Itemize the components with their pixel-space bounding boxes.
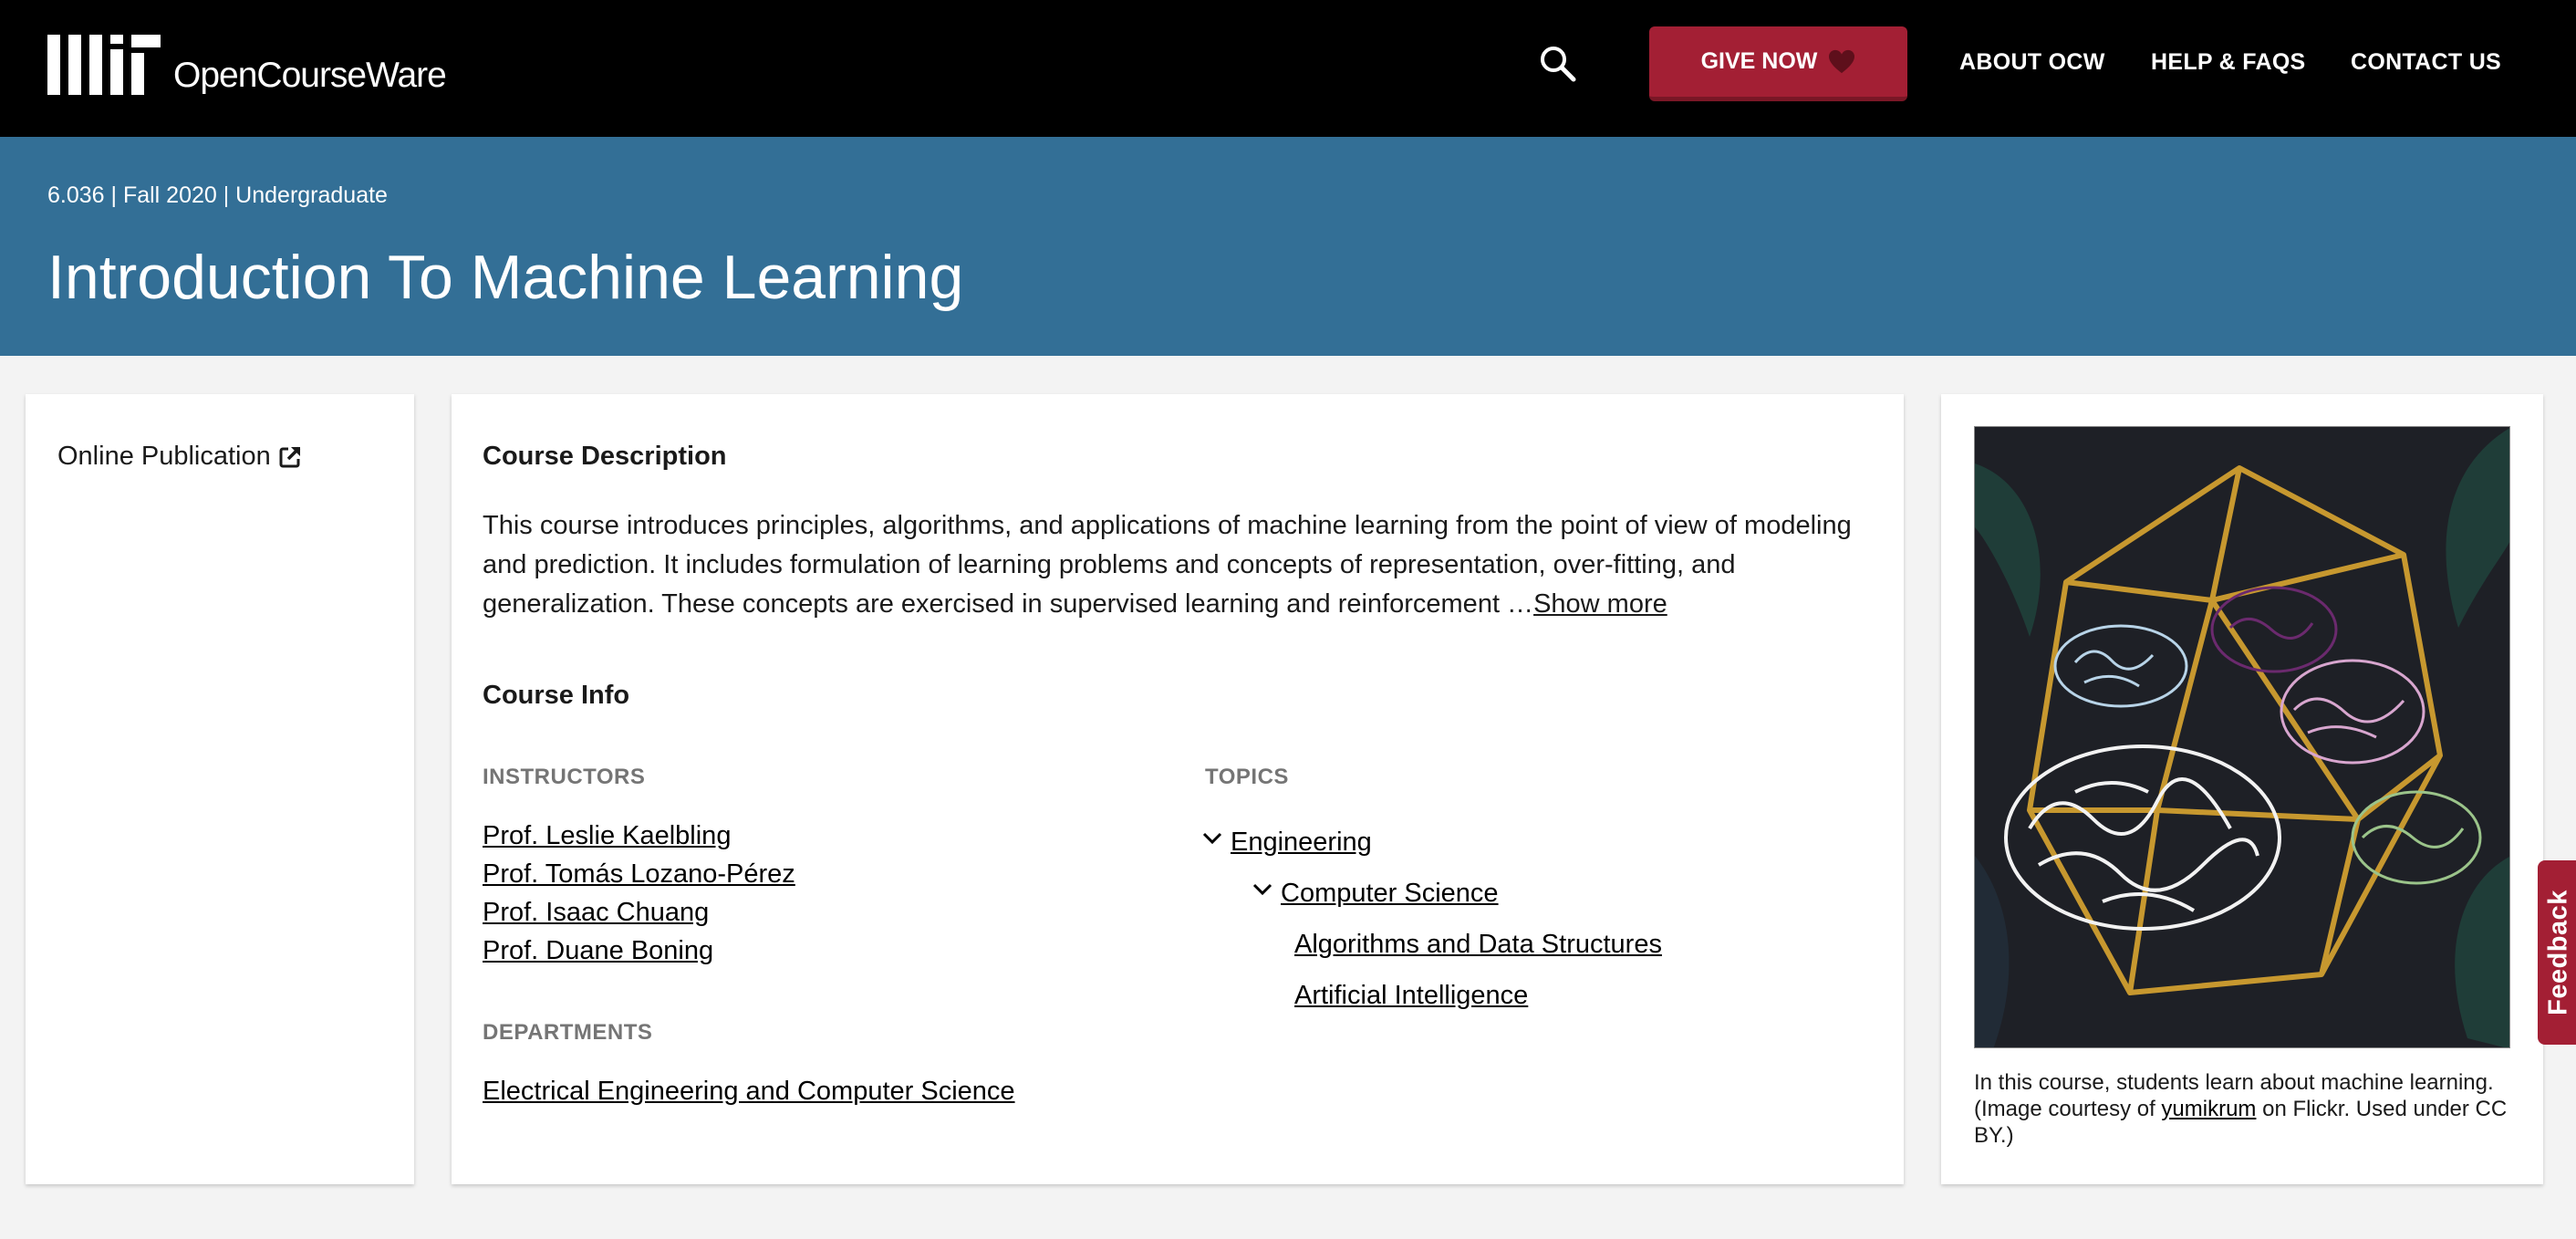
page-title: Introduction To Machine Learning (47, 243, 964, 312)
search-icon (1541, 47, 1576, 82)
give-now-label: GIVE NOW (1700, 48, 1818, 74)
online-publication-label: Online Publication (57, 442, 271, 471)
search-button[interactable] (1538, 44, 1578, 84)
course-info-heading: Course Info (483, 681, 630, 710)
course-main-card: Course Description This course introduce… (452, 394, 1904, 1184)
course-image-card: In this course, students learn about mac… (1941, 394, 2543, 1184)
feedback-label: Feedback (2543, 890, 2573, 1015)
instructor-link[interactable]: Prof. Duane Boning (483, 936, 713, 966)
chevron-down-icon[interactable] (1252, 883, 1272, 896)
instructor-link[interactable]: Prof. Isaac Chuang (483, 898, 709, 928)
topic-algorithms-link[interactable]: Algorithms and Data Structures (1294, 930, 1662, 960)
feedback-tab[interactable]: Feedback (2538, 860, 2576, 1045)
show-more-link[interactable]: Show more (1533, 589, 1667, 619)
instructors-label: INSTRUCTORS (483, 765, 646, 789)
nav-contact-us[interactable]: CONTACT US (2351, 49, 2501, 76)
online-publication-link[interactable]: Online Publication (57, 442, 302, 472)
course-hero-image (1974, 426, 2510, 1048)
mit-ocw-logo[interactable]: OpenCourseWare (47, 35, 447, 95)
sidebar-card: Online Publication (26, 394, 414, 1184)
department-link[interactable]: Electrical Engineering and Computer Scie… (483, 1077, 1015, 1107)
topics-label: TOPICS (1205, 765, 1289, 789)
top-navigation-bar: OpenCourseWare GIVE NOW ABOUT OCW HELP &… (0, 0, 2576, 137)
topic-engineering-link[interactable]: Engineering (1231, 828, 1372, 858)
instructor-link[interactable]: Prof. Leslie Kaelbling (483, 821, 731, 851)
brain-polyhedron-illustration (1975, 427, 2509, 1047)
image-credit-link[interactable]: yumikrum (2161, 1097, 2256, 1121)
external-link-icon (279, 446, 301, 467)
nav-help-faqs[interactable]: HELP & FAQS (2151, 49, 2306, 76)
course-description-heading: Course Description (483, 442, 727, 471)
give-now-button[interactable]: GIVE NOW (1649, 26, 1907, 101)
chevron-down-icon[interactable] (1202, 832, 1222, 845)
nav-about-ocw[interactable]: ABOUT OCW (1959, 49, 2105, 76)
course-banner: 6.036 | Fall 2020 | Undergraduate Introd… (0, 137, 2576, 356)
instructor-link[interactable]: Prof. Tomás Lozano-Pérez (483, 859, 795, 890)
course-description: This course introduces principles, algor… (483, 506, 1887, 624)
logo-text: OpenCourseWare (173, 56, 447, 95)
topic-computer-science-link[interactable]: Computer Science (1281, 879, 1499, 909)
image-caption: In this course, students learn about mac… (1974, 1069, 2521, 1149)
topic-ai-link[interactable]: Artificial Intelligence (1294, 981, 1528, 1011)
course-meta: 6.036 | Fall 2020 | Undergraduate (47, 182, 388, 208)
mit-logo-icon (47, 35, 161, 95)
heart-icon (1829, 49, 1855, 73)
departments-label: DEPARTMENTS (483, 1020, 653, 1045)
